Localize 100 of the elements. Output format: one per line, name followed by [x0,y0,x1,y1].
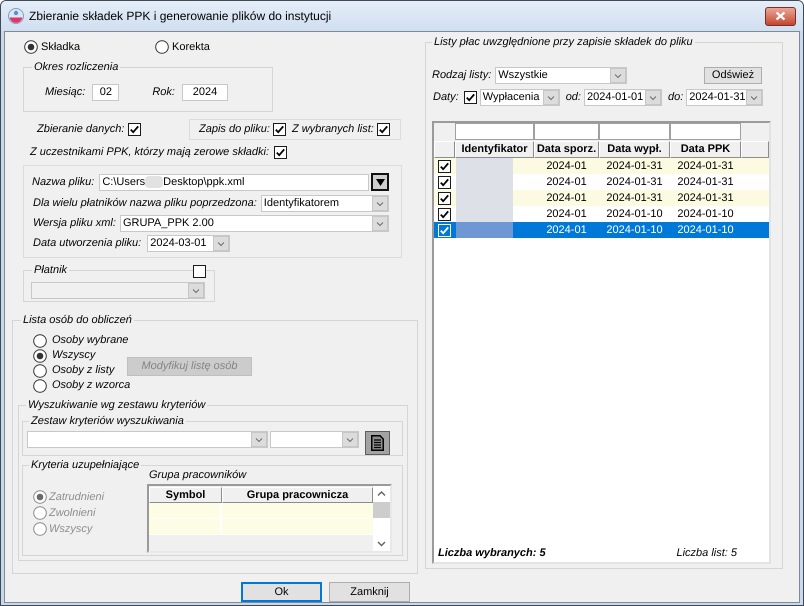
field-label: od: [566,91,581,104]
checkbox[interactable] [438,160,451,172]
table-title: Grupa pracowników [149,469,248,482]
table-cell-text: 2024-01 [545,160,588,172]
filter-field[interactable] [670,123,741,140]
table-row[interactable]: 2024-01 2024-01-31 2024-01-31 [434,158,769,174]
field-label: Nazwa pliku: [32,176,94,188]
table-cell-text: 2024-01-10 [676,208,735,220]
group-title: Lista osób do obliczeń [22,313,133,327]
radio-label: Osoby z wzorca [52,379,130,392]
table-cell-text: 2024-01-31 [676,160,735,172]
table-cell-text: 2024-01-10 [605,208,664,220]
radio-label: Zatrudnieni [49,490,104,504]
refresh-button[interactable]: Odśwież [704,67,762,84]
table-cell-text: 2024-01-31 [676,192,735,204]
prefix-dropdown[interactable]: Identyfikatorem [260,195,389,212]
radio-button[interactable] [33,334,47,348]
table-cell-text: 2024-01 [545,176,588,188]
checkbox[interactable] [272,123,286,136]
scroll-thumb[interactable] [373,502,390,518]
table-cell-text: 2024-01-31 [605,192,664,204]
radio-label: Wszyscy [52,349,96,362]
table-cell-text: 2024-01-31 [676,176,735,188]
radio-button[interactable] [33,378,47,392]
group-title: Kryteria uzupełniające [30,458,140,472]
radio-label: Korekta [172,40,210,54]
checkbox[interactable] [376,123,390,136]
column-header[interactable]: Data wypł. [599,141,670,158]
xml-version-dropdown[interactable]: GRUPA_PPK 2.00 [120,215,389,232]
checkbox[interactable] [438,208,451,220]
selected-count: Liczba wybranych: 5 [438,547,546,560]
group-title: Płatnik [33,263,68,277]
table-cell-text: 2024-01-31 [605,176,664,188]
radio-button[interactable] [33,348,47,362]
date-type-dropdown[interactable]: Wypłacenia [480,89,560,106]
table-cell-text: 2024-01 [545,192,588,204]
checkbox[interactable] [128,123,142,136]
radio-label: Osoby wybrane [52,334,128,347]
radio-button[interactable] [33,364,47,378]
column-header[interactable]: Grupa pracownicza [222,487,373,503]
radio-label: Osoby z listy [52,364,114,377]
filter-field[interactable] [455,123,534,140]
radio-button[interactable] [155,40,169,54]
criteria-button[interactable] [365,431,390,455]
file-name-field[interactable]: C:\Users Desktop\ppk.xml [99,174,369,190]
list-count: Liczba list: 5 [676,547,737,560]
field-label: Rok: [152,86,175,99]
filter-field[interactable] [599,123,670,140]
date-to-picker[interactable]: 2024-01-31 [686,89,764,106]
field-label: Miesiąc: [45,86,86,99]
dialog-button[interactable]: Zamknij [329,582,410,602]
radio-button[interactable] [24,40,38,54]
table-row[interactable]: 2024-01 2024-01-31 2024-01-31 [434,190,769,206]
group-title: Listy płac uwzględnione przy zapisie składek do pliku [433,35,694,49]
field-label: do: [668,91,684,104]
column-header[interactable]: Symbol [149,487,222,503]
field-label: Z uczestnikami PPK, którzy mają zerowe składki: [30,146,270,158]
checkbox[interactable] [438,176,451,188]
window-title: Zbieranie składek PPK i generowanie plików do instytucji [29,8,332,24]
close-button[interactable] [765,6,796,26]
date-picker[interactable]: 2024-03-01 [147,235,230,252]
dropdown-button[interactable] [371,173,389,191]
field-label: Data utworzenia pliku: [33,237,142,250]
column-header[interactable]: Identyfikator [455,141,534,158]
field-label: Zbieranie danych: [37,123,124,136]
dialog-button[interactable]: Ok [241,582,322,602]
table-cell-text: 2024-01 [545,208,588,220]
group-title: Zestaw kryteriów wyszukiwania [30,414,185,428]
field-label: Z wybranych list: [292,123,374,136]
table-cell-text: 2024-01-10 [605,224,664,236]
month-field[interactable]: 02 [92,84,120,101]
checkbox[interactable] [464,91,477,104]
field-label: Dla wielu płatników nazwa pliku poprzedzona: [33,197,257,210]
table-cell-text: 2024-01-31 [605,160,664,172]
filter-field[interactable] [534,123,599,140]
field-label: Wersja pliku xml: [33,217,116,230]
column-header[interactable]: Data sporz. [534,141,599,158]
column-header[interactable]: Data PPK [670,141,741,158]
scrollbar[interactable] [373,486,390,551]
field-label: Daty: [433,91,459,104]
blurred-patch [145,176,164,188]
year-field[interactable]: 2024 [182,84,228,101]
group-title: Wyszukiwanie wg zestawu kryteriów [27,398,207,412]
group-title: Okres rozliczenia [33,60,120,74]
table-cell-text: 2024-01-10 [676,224,735,236]
field-label: Zapis do pliku: [199,123,270,136]
close-icon [775,11,786,21]
table-cell-text: 2024-01 [545,224,588,236]
table-row[interactable]: 2024-01 2024-01-10 2024-01-10 [434,222,769,238]
app-icon [8,8,24,24]
checkbox[interactable] [274,146,288,158]
radio-label: Wszyscy [49,522,92,536]
triangle-down-icon [376,178,384,186]
field-label: Rodzaj listy: [432,69,492,82]
radio-label: Składka [41,40,80,54]
date-from-picker[interactable]: 2024-01-01 [584,89,662,106]
checkbox[interactable] [438,192,451,204]
list-type-dropdown[interactable]: Wszystkie [495,67,628,84]
radio-label: Zwolnieni [49,506,96,520]
document-icon [371,435,384,451]
